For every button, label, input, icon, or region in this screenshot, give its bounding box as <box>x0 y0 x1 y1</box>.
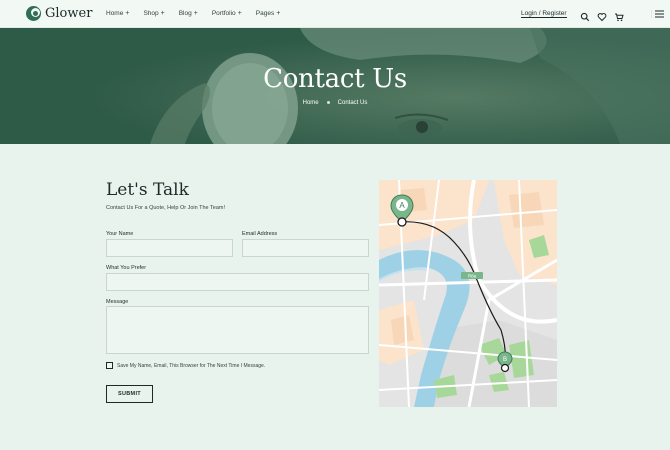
nav-label: Pages <box>255 10 275 17</box>
marker-a-label: A <box>399 201 405 210</box>
logo-icon <box>26 6 41 21</box>
heart-icon[interactable] <box>597 9 607 22</box>
logo[interactable]: Glower <box>26 6 92 21</box>
breadcrumb-home[interactable]: Home <box>303 100 319 106</box>
page-title: Contact Us <box>263 64 407 94</box>
plus-icon: + <box>160 10 165 17</box>
name-label: Your Name <box>106 231 134 237</box>
map-marker-b[interactable]: B <box>497 351 513 373</box>
plus-icon: + <box>193 10 198 17</box>
breadcrumb-separator <box>326 100 330 104</box>
menu-icon[interactable] <box>651 10 664 18</box>
nav-label: Portfolio <box>211 10 236 17</box>
name-field[interactable] <box>106 239 233 257</box>
main-nav: Home + Shop + Blog + Portfolio + Pages + <box>106 10 280 17</box>
location-map[interactable]: R8a A B <box>379 180 557 407</box>
login-register-link[interactable]: Login / Register <box>521 10 567 18</box>
form-subtitle: Contact Us For a Quote, Help Or Join The… <box>106 205 226 211</box>
nav-item-portfolio[interactable]: Portfolio + <box>212 10 242 17</box>
nav-label: Shop <box>143 10 159 17</box>
email-label: Email Address <box>242 231 278 237</box>
road-label: R8a <box>468 274 477 279</box>
prefer-label: What You Prefer <box>106 265 147 271</box>
save-info-checkbox[interactable] <box>106 362 113 369</box>
plus-icon: + <box>237 10 242 17</box>
plus-icon: + <box>125 10 130 17</box>
cart-icon[interactable] <box>614 9 624 22</box>
breadcrumb-current: Contact Us <box>337 100 368 106</box>
site-header: Glower Home + Shop + Blog + Portfolio + Page… <box>0 0 670 28</box>
form-title: Let's Talk <box>106 180 189 200</box>
nav-item-home[interactable]: Home + <box>106 10 129 17</box>
email-field[interactable] <box>242 239 369 257</box>
search-icon[interactable] <box>580 9 590 22</box>
map-marker-a[interactable]: A <box>390 194 414 228</box>
message-field[interactable] <box>106 306 369 354</box>
breadcrumb: Home Contact Us <box>0 100 670 106</box>
message-label: Message <box>106 299 129 305</box>
nav-item-pages[interactable]: Pages + <box>256 10 281 17</box>
prefer-field[interactable] <box>106 273 369 291</box>
logo-text: Glower <box>45 6 93 21</box>
nav-label: Home <box>106 10 124 17</box>
submit-button[interactable]: SUBMIT <box>106 385 153 403</box>
save-info-label: Save My Name, Email, This Browser for Th… <box>117 363 266 369</box>
page-hero: Contact Us Home Contact Us <box>0 28 670 144</box>
plus-icon: + <box>276 10 281 17</box>
nav-item-shop[interactable]: Shop + <box>143 10 164 17</box>
nav-label: Blog <box>178 10 192 17</box>
nav-item-blog[interactable]: Blog + <box>179 10 198 17</box>
marker-b-label: B <box>503 357 507 363</box>
